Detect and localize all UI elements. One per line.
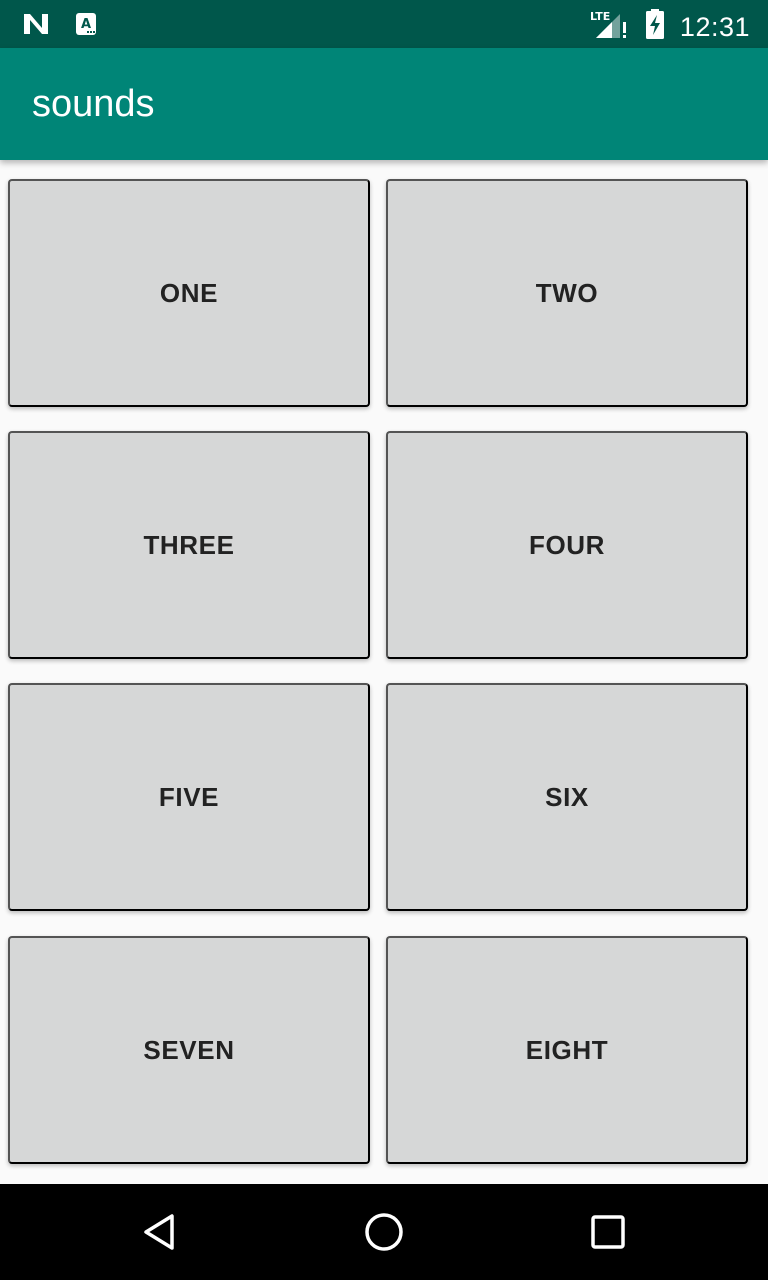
- network-label: LTE: [590, 10, 610, 23]
- sound-button-seven[interactable]: SEVEN: [8, 936, 370, 1164]
- navigation-bar: [0, 1184, 768, 1280]
- recents-icon[interactable]: [584, 1208, 632, 1256]
- app-bar: sounds: [0, 48, 768, 160]
- clock: 12:31: [679, 11, 750, 42]
- sound-button-four[interactable]: FOUR: [386, 431, 748, 659]
- n-notification-icon: [22, 12, 50, 41]
- screen: A LTE 12:31 sounds ONE TWO THREE FOUR FI…: [0, 0, 768, 1280]
- back-icon[interactable]: [136, 1208, 184, 1256]
- sound-button-eight[interactable]: EIGHT: [386, 936, 748, 1164]
- status-bar: A LTE 12:31: [0, 0, 768, 48]
- sound-button-two[interactable]: TWO: [386, 179, 748, 407]
- sound-button-six[interactable]: SIX: [386, 683, 748, 911]
- home-icon[interactable]: [360, 1208, 408, 1256]
- sound-button-three[interactable]: THREE: [8, 431, 370, 659]
- battery-charging-icon: [644, 8, 666, 45]
- sound-button-one[interactable]: ONE: [8, 179, 370, 407]
- sound-button-five[interactable]: FIVE: [8, 683, 370, 911]
- app-title: sounds: [32, 83, 155, 125]
- system-icons: LTE 12:31: [590, 8, 750, 45]
- notification-icons: A: [22, 12, 98, 41]
- svg-text:A: A: [81, 17, 91, 32]
- a-notification-icon: A: [74, 12, 98, 41]
- signal-icon: LTE: [590, 8, 630, 45]
